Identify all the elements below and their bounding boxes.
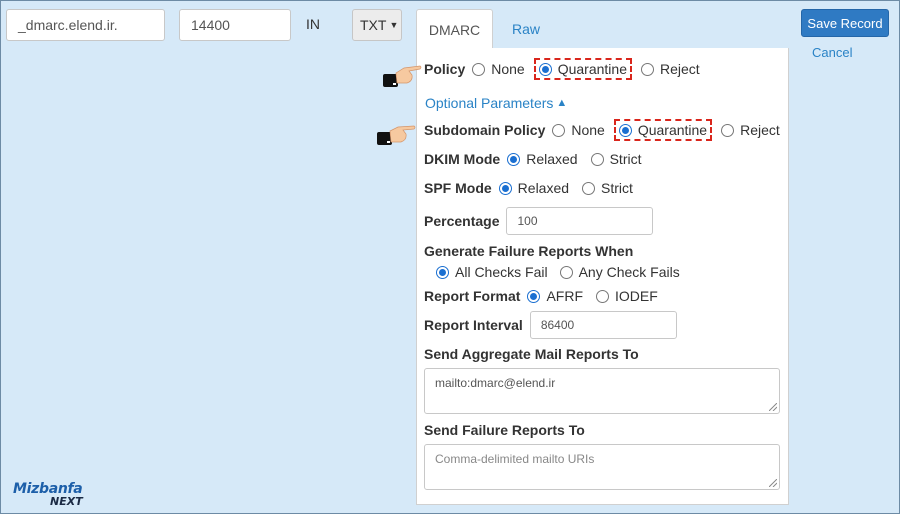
failure-reports-when-label-row: Generate Failure Reports When: [424, 243, 640, 259]
percentage-input[interactable]: 100: [506, 207, 654, 235]
report-interval-row: Report Interval 86400: [424, 311, 677, 339]
aggregate-reports-textarea[interactable]: mailto:dmarc@elend.ir: [424, 368, 780, 414]
ttl-input[interactable]: 14400: [179, 9, 291, 41]
policy-option-none[interactable]: None: [472, 61, 525, 77]
highlight-box: Quarantine: [613, 119, 713, 141]
option-label: None: [571, 122, 605, 138]
policy-row: Policy None Quarantine Reject: [424, 58, 709, 80]
failure-reports-when-options: All Checks Fail Any Check Fails: [436, 264, 689, 280]
policy-option-reject[interactable]: Reject: [641, 61, 700, 77]
mizbanfa-logo: Mizbanfa NEXT: [13, 480, 93, 510]
subdomain-option-quarantine[interactable]: Quarantine: [618, 122, 708, 138]
failure-reports-textarea[interactable]: Comma-delimited mailto URIs: [424, 444, 780, 490]
dkim-option-relaxed[interactable]: Relaxed: [507, 151, 578, 167]
policy-label: Policy: [424, 61, 466, 77]
subdomain-option-reject[interactable]: Reject: [721, 122, 780, 138]
record-type-select[interactable]: TXT ▼: [352, 9, 402, 41]
dkim-mode-row: DKIM Mode Relaxed Strict: [424, 151, 650, 167]
radio-button[interactable]: [721, 123, 735, 137]
dkim-mode-label: DKIM Mode: [424, 151, 501, 167]
option-label: IODEF: [615, 288, 658, 304]
percentage-row: Percentage 100: [424, 207, 654, 235]
optional-parameters-label: Optional Parameters: [425, 95, 554, 111]
subdomain-policy-label: Subdomain Policy: [424, 122, 546, 138]
option-label: Reject: [740, 122, 780, 138]
radio-button[interactable]: [559, 265, 573, 279]
percentage-label: Percentage: [424, 213, 500, 229]
option-label: Quarantine: [557, 61, 627, 77]
pointing-hand-icon: [383, 65, 422, 87]
caret-up-icon: ▲: [556, 97, 568, 109]
option-label: Any Check Fails: [578, 264, 680, 280]
record-type-value: TXT: [360, 17, 387, 33]
resize-handle-icon[interactable]: [769, 479, 777, 487]
option-label: Relaxed: [526, 151, 578, 167]
spf-option-strict[interactable]: Strict: [582, 180, 633, 196]
aggregate-reports-label: Send Aggregate Mail Reports To: [424, 346, 639, 362]
radio-button[interactable]: [552, 123, 566, 137]
option-label: AFRF: [546, 288, 584, 304]
format-option-iodef[interactable]: IODEF: [596, 288, 658, 304]
subdomain-policy-row: Subdomain Policy None Quarantine Reject: [424, 119, 789, 141]
radio-button[interactable]: [436, 265, 449, 279]
subdomain-option-none[interactable]: None: [552, 122, 605, 138]
radio-button[interactable]: [538, 62, 552, 76]
chevron-down-icon: ▼: [389, 20, 399, 30]
spf-mode-label: SPF Mode: [424, 180, 492, 196]
radio-button[interactable]: [498, 181, 512, 195]
radio-button[interactable]: [527, 289, 541, 303]
pointing-hand-icon: [377, 125, 416, 145]
option-label: Strict: [601, 180, 633, 196]
radio-button[interactable]: [582, 181, 596, 195]
option-label: Reject: [660, 61, 700, 77]
aggregate-reports-value: mailto:dmarc@elend.ir: [435, 376, 556, 390]
radio-button[interactable]: [618, 123, 632, 137]
spf-option-relaxed[interactable]: Relaxed: [498, 180, 570, 196]
dkim-option-strict[interactable]: Strict: [590, 151, 642, 167]
radio-button[interactable]: [507, 152, 521, 166]
report-format-label: Report Format: [424, 288, 521, 304]
highlight-box: Quarantine: [533, 58, 632, 80]
failure-reports-placeholder: Comma-delimited mailto URIs: [435, 452, 595, 466]
radio-button[interactable]: [641, 62, 654, 76]
radio-button[interactable]: [596, 289, 610, 303]
radio-button[interactable]: [590, 152, 604, 166]
aggregate-reports-label-row: Send Aggregate Mail Reports To: [424, 346, 646, 362]
tab-dmarc[interactable]: DMARC: [416, 9, 493, 49]
save-record-button[interactable]: Save Record: [801, 9, 889, 37]
format-option-afrf[interactable]: AFRF: [527, 288, 583, 304]
report-interval-label: Report Interval: [424, 317, 523, 333]
tab-raw[interactable]: Raw: [497, 9, 555, 49]
option-label: All Checks Fail: [455, 264, 548, 280]
option-label: Strict: [609, 151, 642, 167]
optional-parameters-toggle[interactable]: Optional Parameters ▲: [425, 95, 567, 111]
spf-mode-row: SPF Mode Relaxed Strict: [424, 180, 642, 196]
failure-option-all[interactable]: All Checks Fail: [436, 264, 548, 280]
report-interval-input[interactable]: 86400: [529, 311, 677, 339]
logo-sub-text: NEXT: [50, 495, 83, 508]
cancel-link[interactable]: Cancel: [812, 45, 852, 60]
resize-handle-icon[interactable]: [769, 403, 777, 411]
option-label: Quarantine: [637, 122, 708, 138]
policy-option-quarantine[interactable]: Quarantine: [538, 61, 627, 77]
failure-reports-when-label: Generate Failure Reports When: [424, 243, 634, 259]
report-format-row: Report Format AFRF IODEF: [424, 288, 667, 304]
failure-reports-label-row: Send Failure Reports To: [424, 422, 592, 438]
radio-button[interactable]: [472, 62, 486, 76]
failure-option-any[interactable]: Any Check Fails: [559, 264, 680, 280]
record-name-input[interactable]: _dmarc.elend.ir.: [6, 9, 165, 41]
option-label: None: [491, 61, 525, 77]
option-label: Relaxed: [517, 180, 570, 196]
record-class-label: IN: [306, 16, 320, 32]
failure-reports-label: Send Failure Reports To: [424, 422, 585, 438]
